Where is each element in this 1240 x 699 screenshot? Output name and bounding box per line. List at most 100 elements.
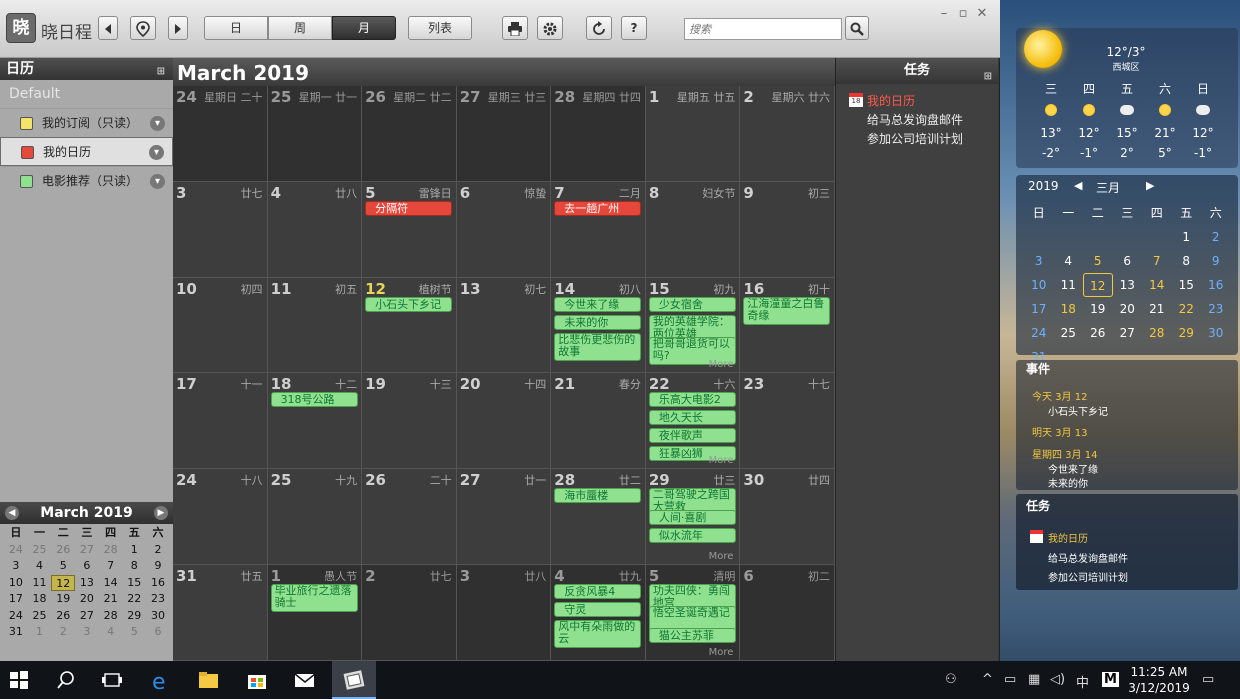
event-chip[interactable]: 少女宿舍 (648, 296, 736, 312)
mini-day[interactable]: 25 (28, 608, 52, 625)
event-item[interactable]: 未来的你 (1048, 475, 1088, 490)
day-cell[interactable]: 31 廿五 (173, 565, 268, 661)
mini-day[interactable]: 20 (75, 591, 99, 608)
gadget-day[interactable]: 21 (1142, 297, 1172, 321)
chevron-down-icon[interactable]: ▾ (150, 116, 165, 131)
ime-indicator[interactable]: 中 (1076, 672, 1089, 691)
view-month-tab[interactable]: 月 (332, 16, 396, 40)
gadget-day[interactable] (1054, 225, 1084, 249)
day-cell[interactable]: 12 植树节 小石头下乡记 (362, 277, 457, 374)
gadget-day[interactable]: 15 (1172, 273, 1202, 297)
event-chip[interactable]: 守灵 (554, 602, 642, 617)
day-cell[interactable]: 4 廿八 (267, 181, 363, 278)
event-chip[interactable]: 分隔符 (365, 200, 453, 216)
mini-day[interactable]: 14 (99, 575, 123, 592)
maximize-button[interactable]: ▫ (955, 6, 971, 21)
people-icon[interactable]: ⚇ (945, 672, 957, 687)
mini-day[interactable]: 13 (75, 575, 99, 592)
refresh-button[interactable] (586, 16, 612, 40)
gadget-day[interactable]: 12 (1083, 273, 1113, 297)
mini-day[interactable]: 7 (99, 558, 123, 575)
event-item[interactable]: 今世来了缘 (1048, 461, 1098, 476)
event-chip[interactable]: 风中有朵雨做的云 (554, 620, 642, 648)
day-cell[interactable]: 2 星期六 廿六 (740, 86, 835, 182)
battery-icon[interactable]: ▭ (1004, 672, 1016, 687)
mini-day[interactable]: 28 (99, 542, 123, 559)
network-icon[interactable]: ▦ (1028, 672, 1040, 687)
gadget-day[interactable]: 6 (1113, 249, 1143, 273)
mini-day[interactable]: 18 (28, 591, 52, 608)
task-item[interactable]: 参加公司培训计划 (867, 130, 963, 147)
gadget-day[interactable] (1024, 225, 1054, 249)
mini-day[interactable]: 3 (75, 624, 99, 641)
mini-day[interactable]: 4 (28, 558, 52, 575)
clock[interactable]: 11:25 AM 3/12/2019 (1128, 664, 1190, 696)
task-view-icon[interactable] (102, 670, 122, 690)
gadget-next-icon[interactable]: ▶ (1146, 179, 1154, 192)
mini-day[interactable]: 26 (51, 608, 75, 625)
event-chip[interactable]: 去一趟广州 (554, 200, 642, 216)
search-button[interactable] (845, 16, 869, 40)
gadget-prev-icon[interactable]: ◀ (1074, 179, 1082, 192)
windows-start-icon[interactable] (9, 670, 29, 690)
event-chip[interactable]: 人间·喜剧 (648, 510, 736, 526)
gadget-day[interactable]: 25 (1054, 321, 1084, 345)
mini-day[interactable]: 12 (51, 574, 76, 591)
gadget-day[interactable]: 28 (1142, 321, 1172, 345)
ime-mode-indicator[interactable]: M (1102, 672, 1119, 687)
day-cell[interactable]: 16 初十 江海潼童之白鲁奇缘 (740, 277, 835, 374)
gadget-day[interactable]: 18 (1054, 297, 1084, 321)
day-cell[interactable]: 2 廿七 (362, 565, 457, 661)
event-chip[interactable]: 似水流年 (648, 528, 736, 544)
day-cell[interactable]: 28 星期四 廿四 (551, 86, 646, 182)
event-item[interactable]: 小石头下乡记 (1048, 403, 1108, 418)
mini-day[interactable]: 15 (122, 575, 146, 592)
gadget-day[interactable]: 24 (1024, 321, 1054, 345)
calendar-color-swatch[interactable] (20, 117, 33, 130)
day-cell[interactable]: 9 初三 (740, 181, 835, 278)
gadget-day[interactable]: 19 (1083, 297, 1113, 321)
gadget-day[interactable]: 20 (1113, 297, 1143, 321)
mini-day[interactable]: 1 (28, 624, 52, 641)
mini-day[interactable]: 5 (51, 558, 75, 575)
day-cell[interactable]: 6 惊蛰 (456, 181, 552, 278)
day-cell[interactable]: 8 妇女节 (645, 181, 741, 278)
calendar-color-swatch[interactable] (21, 146, 34, 159)
close-button[interactable]: ✕ (974, 6, 990, 21)
day-cell[interactable]: 18 十二 318号公路 (267, 373, 363, 470)
gadget-day[interactable]: 4 (1054, 249, 1084, 273)
day-cell[interactable]: 3 廿八 (456, 565, 552, 661)
mini-day[interactable]: 4 (99, 624, 123, 641)
day-cell[interactable]: 10 初四 (173, 277, 268, 374)
gadget-day[interactable]: 29 (1172, 321, 1202, 345)
gadget-day[interactable]: 8 (1172, 249, 1202, 273)
day-cell[interactable]: 11 初五 (267, 277, 363, 374)
day-cell[interactable]: 13 初七 (456, 277, 552, 374)
day-cell[interactable]: 3 廿七 (173, 181, 268, 278)
mini-day[interactable]: 5 (122, 624, 146, 641)
event-chip[interactable]: 未来的你 (554, 314, 642, 330)
day-cell[interactable]: 26 二十 (362, 469, 457, 565)
day-cell[interactable]: 29 廿三 二哥驾驶之跨国大营救 人间·喜剧 似水流年 More (645, 469, 741, 565)
gadget-day[interactable]: 22 (1172, 297, 1202, 321)
notification-icon[interactable]: ▭ (1202, 672, 1214, 687)
view-day-tab[interactable]: 日 (204, 16, 268, 40)
gadget-day[interactable]: 3 (1024, 249, 1054, 273)
mini-day[interactable]: 27 (75, 542, 99, 559)
mini-day[interactable]: 17 (4, 591, 28, 608)
tasks-gadget-calendar[interactable]: 我的日历 (1030, 530, 1088, 545)
mini-prev-icon[interactable]: ◀ (5, 506, 19, 520)
mini-day[interactable]: 1 (122, 542, 146, 559)
file-explorer-icon[interactable] (198, 670, 218, 690)
mini-day[interactable]: 27 (75, 608, 99, 625)
day-cell[interactable]: 24 十八 (173, 469, 268, 565)
mini-day[interactable]: 3 (4, 558, 28, 575)
gadget-day[interactable]: 11 (1054, 273, 1084, 297)
event-chip[interactable]: 毕业旅行之遗落骑士 (270, 584, 358, 612)
more-link[interactable]: More (709, 359, 734, 370)
calendar-item[interactable]: 我的订阅（只读） ▾ (0, 108, 173, 137)
calendar-color-swatch[interactable] (20, 175, 33, 188)
mini-day[interactable]: 25 (28, 542, 52, 559)
mini-day[interactable]: 6 (146, 624, 170, 641)
gadget-day[interactable]: 9 (1201, 249, 1231, 273)
